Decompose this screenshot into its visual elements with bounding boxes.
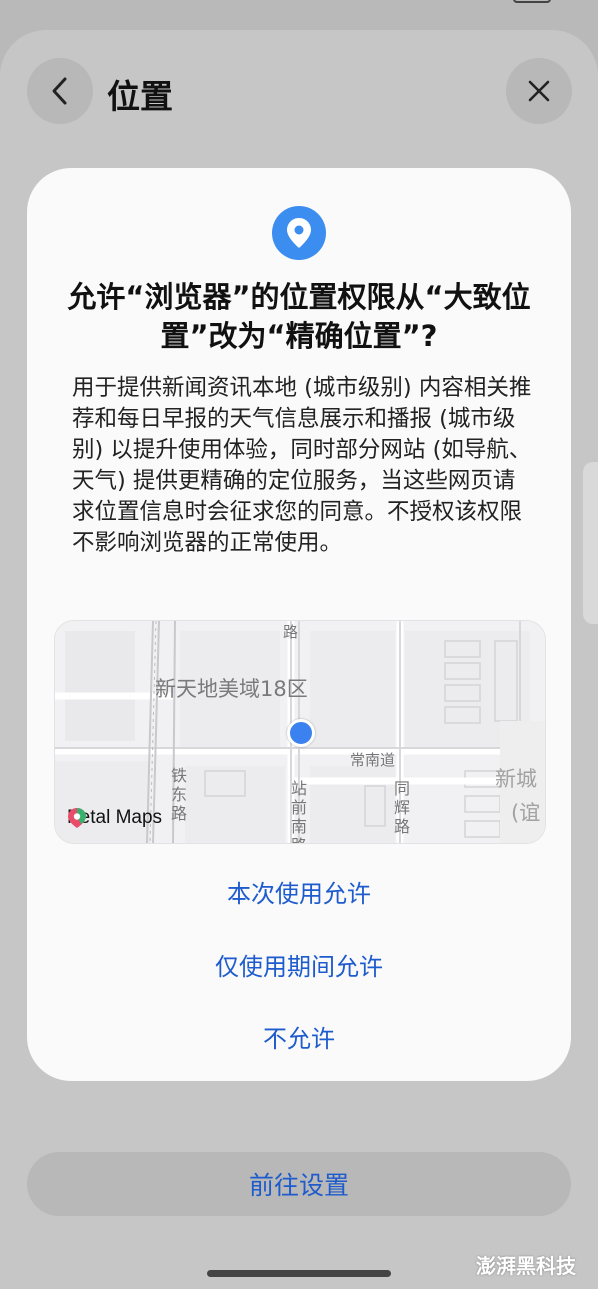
deny-button[interactable]: 不允许	[27, 1019, 571, 1054]
close-icon	[528, 80, 550, 102]
dialog-description: 用于提供新闻资讯本地 (城市级别) 内容相关推荐和每日早报的天气信息展示和播报 …	[72, 375, 532, 556]
home-indicator[interactable]	[207, 1270, 391, 1277]
permission-dialog: 允许“浏览器”的位置权限从“大致位置”改为“精确位置”? 用于提供新闻资讯本地 …	[27, 168, 571, 1081]
map-label-area: 新天地美域18区	[155, 677, 308, 701]
current-location-dot	[287, 719, 315, 747]
status-bar-fragment	[380, 0, 552, 6]
dialog-title: 允许“浏览器”的位置权限从“大致位置”改为“精确位置”?	[67, 280, 531, 353]
scroll-indicator	[583, 462, 598, 624]
page-title: 位置	[107, 77, 173, 116]
location-pin-icon	[272, 206, 326, 260]
map-preview: 路 新天地美域18区 常南道 铁东路 站前南路 同辉路 新城 (谊 Petal …	[54, 620, 546, 844]
petal-maps-logo-icon	[68, 808, 86, 828]
chevron-left-icon	[52, 77, 67, 105]
watermark: 澎湃黑科技	[476, 1254, 576, 1278]
map-label-yi: (谊	[511, 801, 541, 825]
map-attribution: Petal Maps	[67, 807, 162, 829]
allow-while-using-button[interactable]: 仅使用期间允许	[27, 947, 571, 982]
back-button[interactable]	[27, 58, 93, 124]
map-label-tie-dong-lu: 铁东路	[170, 766, 187, 823]
go-to-settings-button[interactable]: 前往设置	[27, 1152, 571, 1216]
map-label-zhan-qian-nan-lu: 站前南路	[290, 779, 307, 843]
map-label-road-top: 路	[283, 623, 299, 641]
map-label-road-east: 常南道	[350, 751, 396, 769]
allow-once-button[interactable]: 本次使用允许	[27, 874, 571, 909]
map-label-tong-hui-lu: 同辉路	[393, 779, 410, 836]
map-label-xincheng: 新城	[495, 767, 537, 791]
close-button[interactable]	[506, 58, 572, 124]
